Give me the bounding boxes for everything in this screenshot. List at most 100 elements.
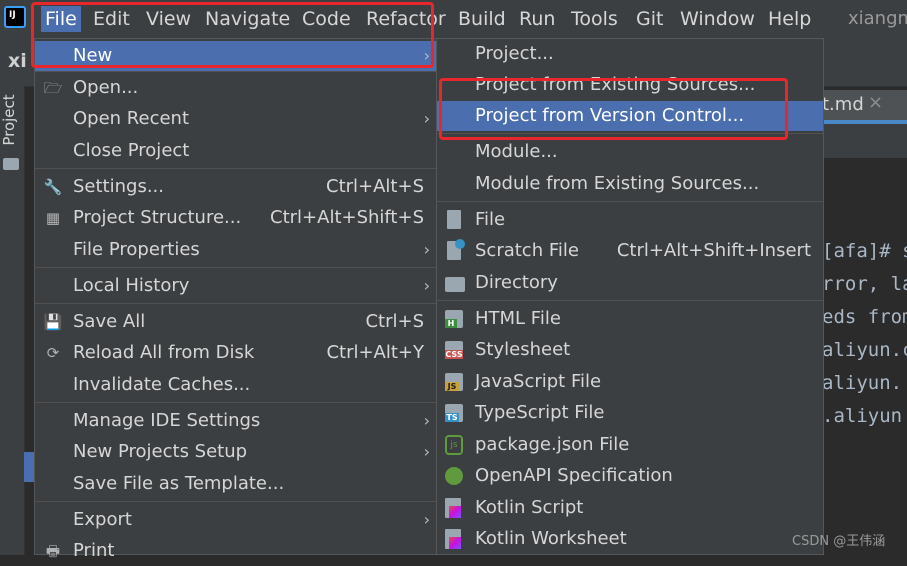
new-item-stylesheet[interactable]: CSS Stylesheet — [437, 335, 823, 365]
menu-separator — [437, 201, 823, 202]
editor-tab-label: t.md — [822, 94, 864, 115]
menu-item-label: New Projects Setup — [73, 441, 248, 462]
code-line: rror, la — [822, 273, 907, 295]
file-menu-item-file-properties[interactable]: File Properties › — [35, 235, 436, 265]
new-item-javascript-file[interactable]: JS JavaScript File — [437, 367, 823, 397]
kotlin-logo-icon — [449, 506, 461, 518]
file-menu-item-new[interactable]: New › — [35, 41, 436, 71]
menu-item-label: Project... — [475, 43, 554, 64]
html-file-icon: H — [445, 310, 463, 328]
file-menu-item-open[interactable]: 🗁 Open... — [35, 73, 436, 103]
menu-run[interactable]: Run — [519, 6, 555, 32]
new-item-html-file[interactable]: H HTML File — [437, 304, 823, 334]
menu-git[interactable]: Git — [636, 6, 663, 32]
new-item-typescript-file[interactable]: TS TypeScript File — [437, 398, 823, 428]
menu-item-label: Open... — [73, 77, 139, 98]
menu-refactor[interactable]: Refactor — [366, 6, 446, 32]
project-name: xi — [8, 50, 27, 72]
menu-separator — [35, 71, 436, 72]
menu-item-label: TypeScript File — [475, 402, 605, 423]
new-item-openapi[interactable]: OpenAPI Specification — [437, 461, 823, 491]
app-logo-icon — [4, 6, 26, 28]
new-item-kotlin-script[interactable]: Kotlin Script — [437, 493, 823, 523]
html-badge: H — [445, 319, 457, 328]
file-menu-item-close-project[interactable]: Close Project — [35, 136, 436, 166]
menu-window[interactable]: Window — [680, 6, 755, 32]
menu-item-shortcut: Ctrl+Alt+S — [326, 176, 424, 197]
menu-item-label: Print — [73, 540, 115, 561]
menu-item-label: HTML File — [475, 308, 561, 329]
file-menu-item-settings[interactable]: 🔧 Settings... Ctrl+Alt+S — [35, 172, 436, 202]
file-menu-item-invalidate-caches[interactable]: Invalidate Caches... — [35, 370, 436, 400]
menu-view[interactable]: View — [146, 6, 191, 32]
menu-item-label: Save File as Template... — [73, 473, 285, 494]
menu-file[interactable]: File — [41, 6, 81, 32]
menu-item-label: Scratch File — [475, 240, 579, 261]
new-submenu: Project... Project from Existing Sources… — [436, 38, 824, 555]
watermark: CSDN @王伟涵 — [792, 534, 886, 549]
menu-item-shortcut: Ctrl+Alt+Y — [326, 342, 424, 363]
menu-item-label: Module from Existing Sources... — [475, 173, 760, 194]
menu-tools[interactable]: Tools — [571, 6, 618, 32]
menu-separator — [35, 501, 436, 502]
new-item-directory[interactable]: Directory — [437, 268, 823, 298]
new-item-project-existing[interactable]: Project from Existing Sources... — [437, 70, 823, 100]
css-badge: CSS — [445, 350, 463, 359]
menu-code[interactable]: Code — [302, 6, 351, 32]
file-menu-item-local-history[interactable]: Local History › — [35, 271, 436, 301]
file-menu-item-manage-ide-settings[interactable]: Manage IDE Settings › — [35, 406, 436, 436]
menu-item-label: Project Structure... — [73, 207, 242, 228]
menu-bar: File Edit View Navigate Code Refactor Bu… — [0, 0, 907, 38]
folder-icon — [3, 158, 19, 170]
new-item-project[interactable]: Project... — [437, 39, 823, 69]
menu-item-label: New — [73, 45, 113, 66]
menu-item-label: Directory — [475, 272, 558, 293]
chevron-right-icon: › — [423, 109, 430, 128]
file-menu-item-save-as-template[interactable]: Save File as Template... — [35, 469, 436, 499]
chevron-right-icon: › — [423, 411, 430, 430]
kotlin-worksheet-icon — [445, 529, 461, 549]
new-item-kotlin-worksheet[interactable]: Kotlin Worksheet — [437, 524, 823, 554]
new-item-module-existing[interactable]: Module from Existing Sources... — [437, 169, 823, 199]
menu-item-label: Manage IDE Settings — [73, 410, 261, 431]
project-tool-tab[interactable]: Project — [0, 84, 24, 156]
printer-icon: 🖶 — [45, 542, 61, 560]
menu-item-label: package.json File — [475, 434, 630, 455]
menu-navigate[interactable]: Navigate — [205, 6, 290, 32]
openapi-icon — [445, 467, 463, 485]
save-icon: 💾 — [43, 313, 63, 331]
code-line: eds from — [822, 306, 907, 328]
clock-badge-icon — [455, 239, 465, 249]
file-menu-item-project-structure[interactable]: ▦ Project Structure... Ctrl+Alt+Shift+S — [35, 203, 436, 233]
menu-separator — [437, 300, 823, 301]
chevron-right-icon: › — [423, 46, 430, 65]
file-menu-item-reload-all[interactable]: ⟳ Reload All from Disk Ctrl+Alt+Y — [35, 338, 436, 368]
menu-item-label: Invalidate Caches... — [73, 374, 251, 395]
file-menu-item-export[interactable]: Export › — [35, 505, 436, 535]
new-item-module[interactable]: Module... — [437, 137, 823, 167]
new-item-package-json[interactable]: js package.json File — [437, 430, 823, 460]
menu-item-label: JavaScript File — [475, 371, 602, 392]
menu-item-label: File Properties — [73, 239, 200, 260]
menu-separator — [35, 402, 436, 403]
new-item-file[interactable]: File — [437, 205, 823, 235]
menu-item-label: Stylesheet — [475, 339, 571, 360]
menu-help[interactable]: Help — [768, 6, 811, 32]
menu-build[interactable]: Build — [458, 6, 506, 32]
file-menu-item-open-recent[interactable]: Open Recent › — [35, 104, 436, 134]
file-menu: New › 🗁 Open... Open Recent › Close Proj… — [34, 38, 437, 561]
close-icon[interactable]: × — [868, 92, 883, 113]
file-menu-item-print[interactable]: 🖶 Print — [35, 536, 436, 566]
reload-icon: ⟳ — [46, 344, 60, 362]
menu-item-shortcut: Ctrl+Alt+Shift+S — [270, 207, 424, 228]
new-item-scratch-file[interactable]: Scratch File Ctrl+Alt+Shift+Insert — [437, 236, 823, 266]
kotlin-logo-icon — [449, 537, 461, 549]
file-menu-item-save-all[interactable]: 💾 Save All Ctrl+S — [35, 307, 436, 337]
menu-item-label: Export — [73, 509, 132, 530]
js-badge: JS — [445, 382, 459, 391]
menu-item-label: Module... — [475, 141, 558, 162]
new-item-project-vcs[interactable]: Project from Version Control... — [437, 101, 823, 131]
menu-edit[interactable]: Edit — [93, 6, 130, 32]
javascript-file-icon: JS — [445, 373, 463, 391]
file-menu-item-new-projects-setup[interactable]: New Projects Setup › — [35, 437, 436, 467]
